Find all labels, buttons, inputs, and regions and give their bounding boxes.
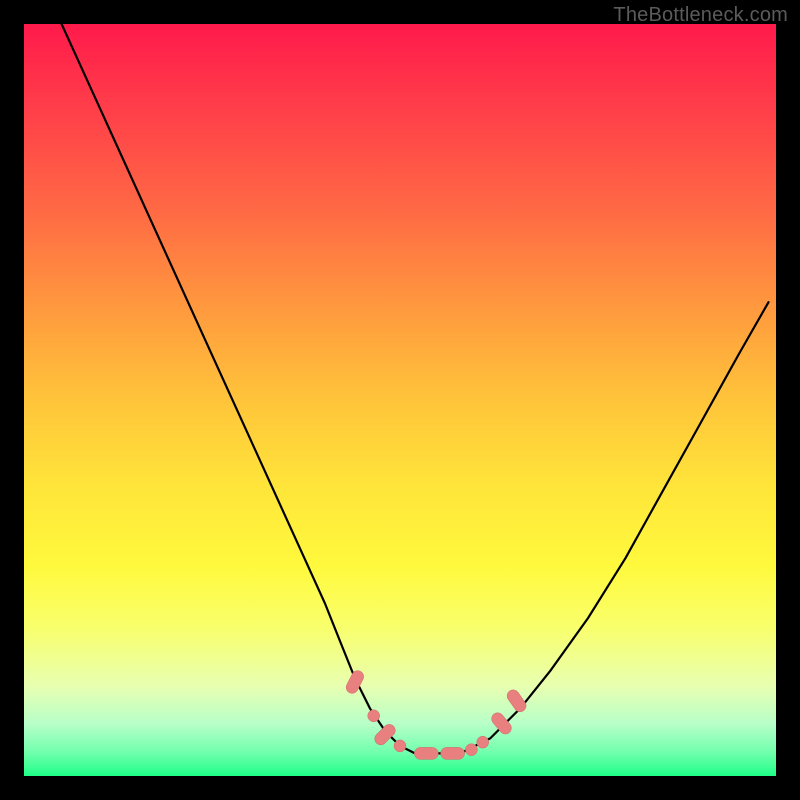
- attribution-watermark: TheBottleneck.com: [613, 4, 788, 27]
- marker-dot: [465, 744, 477, 756]
- chart-frame: TheBottleneck.com: [0, 0, 800, 800]
- marker-capsule: [441, 747, 465, 759]
- marker-capsule: [505, 688, 529, 715]
- marker-dot: [368, 710, 380, 722]
- marker-capsule: [414, 747, 438, 759]
- bottleneck-curve: [62, 24, 769, 753]
- marker-dot: [477, 736, 489, 748]
- curve-layer: [24, 24, 776, 776]
- plot-area: [24, 24, 776, 776]
- marker-capsule: [489, 710, 514, 736]
- marker-dot: [394, 740, 406, 752]
- marker-capsule: [372, 722, 397, 747]
